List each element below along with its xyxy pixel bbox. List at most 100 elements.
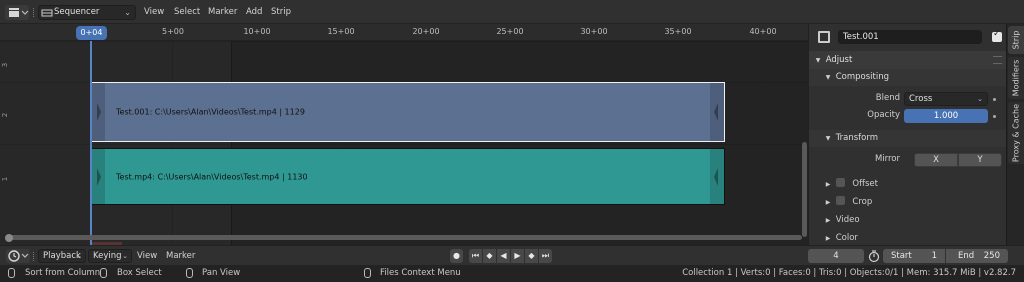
out-of-range-overlay [231,41,808,245]
playhead-frame-badge[interactable]: 0+04 [76,26,107,40]
next-keyframe-icon[interactable]: ◆ [525,249,538,263]
triangle-right-icon: ▶ [825,181,831,188]
grid-line [763,41,764,245]
keying-dropdown[interactable]: Keying ⌄ [88,249,132,263]
keyframe-dot-icon[interactable] [993,98,996,101]
film-strip-icon [818,31,830,43]
playback-dropdown[interactable]: Playback ⌄ [38,249,86,263]
keying-label: Keying [93,251,122,261]
editor-type-button[interactable] [5,5,29,20]
strip-test001[interactable]: Test.001: C:\Users\Alan\Videos\Test.mp4 … [90,82,725,142]
mouse-left-icon [8,268,15,278]
ruler-tick-label: 15+00 [327,27,355,36]
strip-label: Test.mp4: C:\Users\Alan\Videos\Test.mp4 … [116,172,308,181]
jump-start-icon[interactable]: ⏮ [469,249,482,263]
start-label: Start [891,251,912,261]
auto-keying-button[interactable]: ● [450,249,463,263]
prev-keyframe-icon[interactable]: ◆ [483,249,496,263]
drag-handle-icon[interactable] [993,56,1002,64]
crop-subpanel-header[interactable]: ▶ Crop [809,194,1007,211]
channel-number: 3 [1,62,10,68]
keyframe-dot-icon[interactable] [993,115,996,118]
adjust-panel-header[interactable]: ▼ Adjust [809,51,1007,69]
ruler-tick-label: 25+00 [496,27,524,36]
grid-line [341,41,342,245]
menu-add[interactable]: Add [246,0,262,24]
menu-select[interactable]: Select [174,0,200,24]
status-bar: Sort from Column Box Select Pan View Fil… [0,265,1024,282]
mouse-drag-icon [100,268,107,278]
play-icon[interactable]: ▶ [511,249,524,263]
scrollbar-handle[interactable] [5,234,13,242]
jump-end-icon[interactable]: ⏭ [539,249,552,263]
tab-strip[interactable]: Strip [1008,26,1024,54]
opacity-slider[interactable]: 1.000 [904,109,988,123]
header-separator [33,8,35,17]
time-ruler[interactable]: 5+00 10+00 15+00 20+00 25+00 30+00 35+00… [0,24,808,41]
video-label: Video [835,215,860,225]
stopwatch-icon[interactable] [868,249,880,263]
header-separator [33,252,35,261]
strip-testmp4[interactable]: Test.mp4: C:\Users\Alan\Videos\Test.mp4 … [90,148,725,205]
menu-marker[interactable]: Marker [208,0,237,24]
vertical-scrollbar[interactable] [802,142,807,237]
tab-modifiers-label: Modifiers [1011,59,1021,97]
start-frame-field[interactable]: Start 1 [883,249,945,263]
playhead-line[interactable] [90,41,92,245]
view-type-dropdown[interactable]: Sequencer ⌄ [38,5,136,20]
horizontal-scrollbar[interactable] [6,235,802,240]
offset-checkbox[interactable] [835,178,845,187]
end-frame-line [231,41,232,245]
menu-marker[interactable]: Marker [166,246,195,266]
ruler-tick-label: 10+00 [243,27,271,36]
video-panel-header[interactable]: ▶ Video [809,212,1007,229]
handle-arrow-icon [97,103,101,121]
ruler-tick-label: 35+00 [664,27,692,36]
clapper-icon [9,8,29,17]
end-label: End [958,251,975,261]
blend-dropdown[interactable]: Cross ⌄ [904,92,988,106]
grid-line [510,41,511,245]
tab-proxy-cache[interactable]: Proxy & Cache [1008,102,1024,164]
strip-name-field[interactable]: Test.001 [838,30,982,44]
channel-number: 2 [1,112,10,118]
sidebar-tabs: Strip Modifiers Proxy & Cache [1006,24,1024,245]
grid-line [426,41,427,245]
mirror-x-toggle[interactable]: X [914,153,958,167]
current-frame-field[interactable]: 4 [808,249,864,263]
editor-type-button[interactable] [6,249,30,263]
end-frame-field[interactable]: End 250 [946,249,1008,263]
mute-checkbox[interactable] [992,29,1002,42]
timeline-header: Playback ⌄ Keying ⌄ View Marker ● ⏮ ◆ ◀ … [0,245,1024,265]
channel-number: 1 [1,176,10,182]
grid-line [172,41,173,245]
offset-subpanel-header[interactable]: ▶ Offset [809,176,1007,193]
chevron-down-icon: ⌄ [122,252,128,260]
crop-label: Crop [852,197,873,207]
mouse-middle-icon [186,268,193,278]
sequencer-timeline[interactable]: 3 2 1 5+00 10+00 15+00 20+00 25+00 30+00… [0,24,808,245]
menu-view[interactable]: View [144,0,164,24]
chevron-down-icon: ⌄ [977,95,983,103]
compositing-subpanel-header[interactable]: ▼ Compositing [809,69,1007,86]
menu-view[interactable]: View [137,246,157,266]
blend-row: Blend Cross ⌄ [809,91,1007,107]
compositing-title: Compositing [835,72,889,82]
menu-strip[interactable]: Strip [271,0,291,24]
sequencer-icon [41,9,53,17]
triangle-down-icon: ▼ [825,135,831,142]
transform-subpanel-header[interactable]: ▼ Transform [809,130,1007,147]
sequencer-header: Sequencer ⌄ View Select Marker Add Strip [0,0,1024,24]
status-hint-sort: Sort from Column [25,268,101,278]
crop-checkbox[interactable] [835,196,845,205]
view-type-label: Sequencer [54,7,100,17]
ruler-tick-label: 5+00 [162,27,184,36]
transform-title: Transform [835,133,878,143]
opacity-label: Opacity [867,110,900,120]
tab-modifiers[interactable]: Modifiers [1008,57,1024,99]
triangle-right-icon: ▶ [825,199,831,206]
end-value: 250 [983,251,1000,261]
grid-line [594,41,595,245]
play-reverse-icon[interactable]: ◀ [497,249,510,263]
mirror-y-toggle[interactable]: Y [958,153,1002,167]
